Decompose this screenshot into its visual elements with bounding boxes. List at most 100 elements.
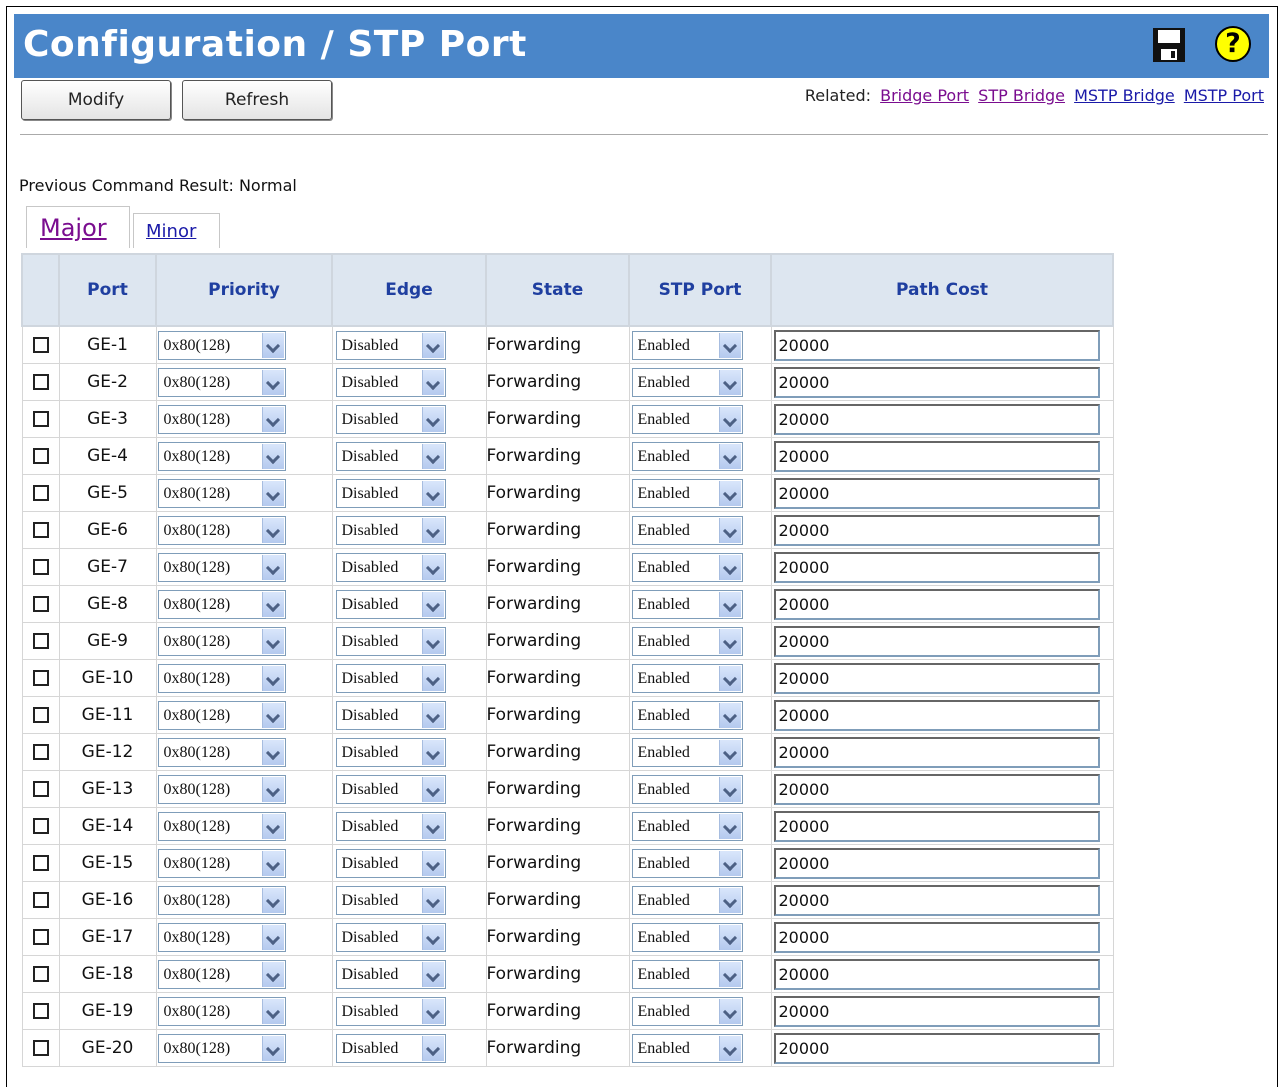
edge-select[interactable]: Disabled	[335, 774, 446, 804]
priority-select[interactable]: 0x80(128)	[157, 885, 286, 915]
edge-select[interactable]: Disabled	[335, 515, 446, 545]
edge-select[interactable]: Disabled	[335, 441, 446, 471]
path-cost-input[interactable]: 20000	[773, 440, 1100, 472]
stp-port-select[interactable]: Enabled	[631, 515, 743, 545]
priority-select[interactable]: 0x80(128)	[157, 441, 286, 471]
stp-port-select[interactable]: Enabled	[631, 737, 743, 767]
stp-port-select[interactable]: Enabled	[631, 774, 743, 804]
chevron-down-icon[interactable]	[421, 961, 444, 987]
priority-select[interactable]: 0x80(128)	[157, 700, 286, 730]
priority-select[interactable]: 0x80(128)	[157, 552, 286, 582]
priority-select[interactable]: 0x80(128)	[157, 626, 286, 656]
chevron-down-icon[interactable]	[718, 369, 741, 395]
path-cost-input[interactable]: 20000	[773, 884, 1100, 916]
edge-select[interactable]: Disabled	[335, 626, 446, 656]
chevron-down-icon[interactable]	[718, 406, 741, 432]
edge-select[interactable]: Disabled	[335, 811, 446, 841]
row-checkbox[interactable]	[32, 411, 49, 427]
stp-port-select[interactable]: Enabled	[631, 700, 743, 730]
edge-select[interactable]: Disabled	[335, 922, 446, 952]
chevron-down-icon[interactable]	[421, 665, 444, 691]
refresh-button[interactable]: Refresh	[182, 80, 332, 120]
path-cost-input[interactable]: 20000	[773, 699, 1100, 731]
chevron-down-icon[interactable]	[421, 924, 444, 950]
priority-select[interactable]: 0x80(128)	[157, 367, 286, 397]
chevron-down-icon[interactable]	[421, 554, 444, 580]
chevron-down-icon[interactable]	[421, 517, 444, 543]
chevron-down-icon[interactable]	[718, 813, 741, 839]
row-checkbox[interactable]	[32, 1003, 49, 1019]
link-stp-bridge[interactable]: STP Bridge	[978, 86, 1065, 105]
stp-port-select[interactable]: Enabled	[631, 663, 743, 693]
chevron-down-icon[interactable]	[421, 887, 444, 913]
chevron-down-icon[interactable]	[421, 369, 444, 395]
row-checkbox[interactable]	[32, 781, 49, 797]
chevron-down-icon[interactable]	[261, 591, 284, 617]
path-cost-input[interactable]: 20000	[773, 329, 1100, 361]
row-checkbox[interactable]	[32, 448, 49, 464]
stp-port-select[interactable]: Enabled	[631, 589, 743, 619]
path-cost-input[interactable]: 20000	[773, 995, 1100, 1027]
chevron-down-icon[interactable]	[718, 924, 741, 950]
stp-port-select[interactable]: Enabled	[631, 885, 743, 915]
path-cost-input[interactable]: 20000	[773, 403, 1100, 435]
chevron-down-icon[interactable]	[718, 739, 741, 765]
chevron-down-icon[interactable]	[718, 332, 741, 358]
edge-select[interactable]: Disabled	[335, 848, 446, 878]
edge-select[interactable]: Disabled	[335, 700, 446, 730]
chevron-down-icon[interactable]	[718, 628, 741, 654]
edge-select[interactable]: Disabled	[335, 367, 446, 397]
chevron-down-icon[interactable]	[718, 850, 741, 876]
chevron-down-icon[interactable]	[261, 887, 284, 913]
path-cost-input[interactable]: 20000	[773, 921, 1100, 953]
chevron-down-icon[interactable]	[718, 702, 741, 728]
tab-major[interactable]: Major	[26, 206, 130, 248]
chevron-down-icon[interactable]	[421, 406, 444, 432]
chevron-down-icon[interactable]	[718, 961, 741, 987]
edge-select[interactable]: Disabled	[335, 589, 446, 619]
edge-select[interactable]: Disabled	[335, 959, 446, 989]
path-cost-input[interactable]: 20000	[773, 662, 1100, 694]
edge-select[interactable]: Disabled	[335, 404, 446, 434]
row-checkbox[interactable]	[32, 818, 49, 834]
link-mstp-bridge[interactable]: MSTP Bridge	[1074, 86, 1175, 105]
path-cost-input[interactable]: 20000	[773, 847, 1100, 879]
chevron-down-icon[interactable]	[261, 776, 284, 802]
chevron-down-icon[interactable]	[261, 443, 284, 469]
path-cost-input[interactable]: 20000	[773, 625, 1100, 657]
path-cost-input[interactable]: 20000	[773, 773, 1100, 805]
row-checkbox[interactable]	[32, 744, 49, 760]
priority-select[interactable]: 0x80(128)	[157, 478, 286, 508]
chevron-down-icon[interactable]	[421, 998, 444, 1024]
path-cost-input[interactable]: 20000	[773, 736, 1100, 768]
edge-select[interactable]: Disabled	[335, 663, 446, 693]
stp-port-select[interactable]: Enabled	[631, 552, 743, 582]
path-cost-input[interactable]: 20000	[773, 514, 1100, 546]
chevron-down-icon[interactable]	[718, 480, 741, 506]
help-icon[interactable]: ?	[1215, 26, 1251, 62]
chevron-down-icon[interactable]	[261, 702, 284, 728]
path-cost-input[interactable]: 20000	[773, 958, 1100, 990]
chevron-down-icon[interactable]	[261, 665, 284, 691]
stp-port-select[interactable]: Enabled	[631, 404, 743, 434]
stp-port-select[interactable]: Enabled	[631, 441, 743, 471]
chevron-down-icon[interactable]	[421, 739, 444, 765]
edge-select[interactable]: Disabled	[335, 1033, 446, 1063]
row-checkbox[interactable]	[32, 1040, 49, 1056]
chevron-down-icon[interactable]	[421, 591, 444, 617]
priority-select[interactable]: 0x80(128)	[157, 811, 286, 841]
priority-select[interactable]: 0x80(128)	[157, 959, 286, 989]
chevron-down-icon[interactable]	[261, 961, 284, 987]
chevron-down-icon[interactable]	[718, 776, 741, 802]
chevron-down-icon[interactable]	[421, 332, 444, 358]
chevron-down-icon[interactable]	[261, 554, 284, 580]
row-checkbox[interactable]	[32, 522, 49, 538]
chevron-down-icon[interactable]	[261, 517, 284, 543]
link-mstp-port[interactable]: MSTP Port	[1184, 86, 1264, 105]
chevron-down-icon[interactable]	[718, 554, 741, 580]
chevron-down-icon[interactable]	[261, 924, 284, 950]
chevron-down-icon[interactable]	[718, 443, 741, 469]
priority-select[interactable]: 0x80(128)	[157, 922, 286, 952]
priority-select[interactable]: 0x80(128)	[157, 737, 286, 767]
chevron-down-icon[interactable]	[261, 480, 284, 506]
